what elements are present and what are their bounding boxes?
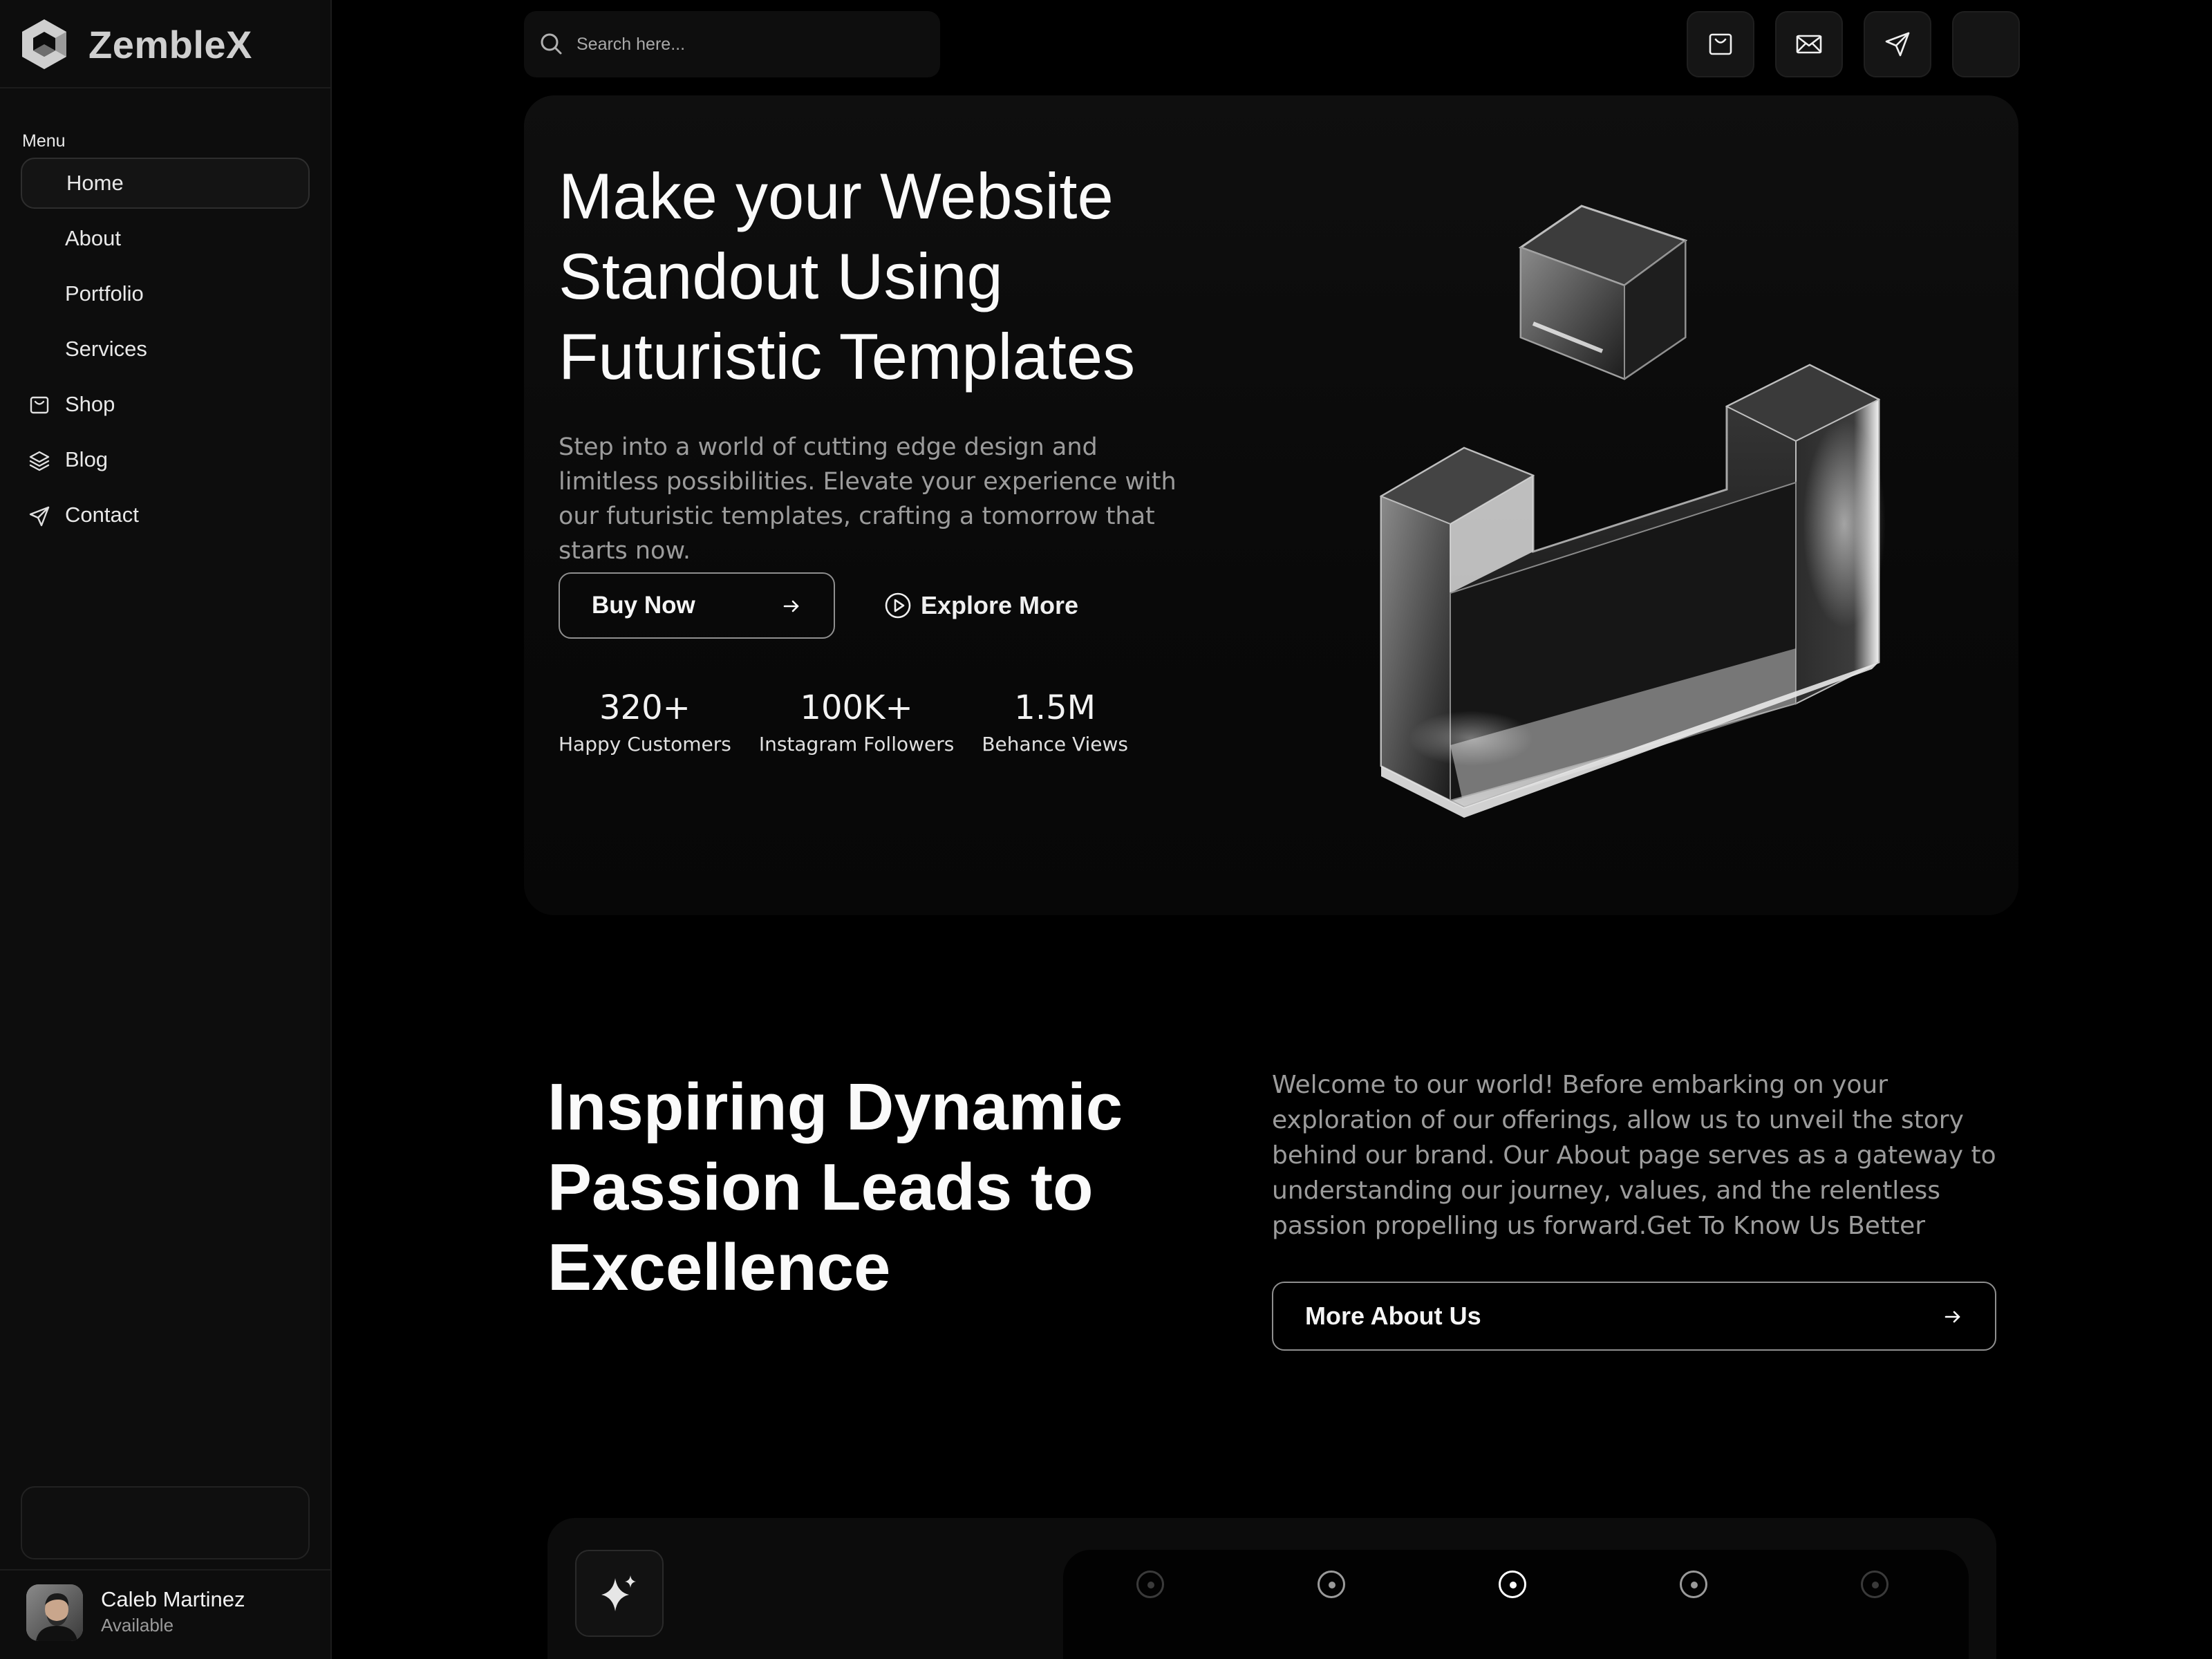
carousel-panel bbox=[1063, 1550, 1969, 1659]
about-title: Inspiring Dynamic Passion Leads to Excel… bbox=[547, 1070, 1123, 1304]
brand-logo-icon bbox=[22, 19, 66, 69]
buy-now-label: Buy Now bbox=[592, 592, 695, 619]
sidebar-item-label: Blog bbox=[65, 447, 109, 471]
explore-more-label: Explore More bbox=[921, 591, 1079, 619]
play-circle-icon bbox=[885, 592, 911, 619]
stat-label: Instagram Followers bbox=[758, 733, 955, 756]
sidebar-item-portfolio[interactable]: Portfolio bbox=[21, 268, 310, 319]
hero-subtitle: Step into a world of cutting edge design… bbox=[559, 433, 1177, 565]
sparkle-icon bbox=[601, 1575, 636, 1611]
sidebar-item-label: Services bbox=[65, 337, 147, 361]
brand-name: ZembleX bbox=[88, 22, 252, 66]
stat-value: 100K+ bbox=[800, 688, 913, 727]
search-icon bbox=[541, 33, 562, 55]
shopping-bag-icon bbox=[1709, 33, 1732, 55]
sidebar-item-label: Portfolio bbox=[65, 281, 144, 306]
menu-label: Menu bbox=[22, 131, 66, 151]
sidebar-card[interactable] bbox=[21, 1486, 310, 1559]
more-about-us-label: More About Us bbox=[1305, 1302, 1481, 1330]
search-input[interactable] bbox=[577, 34, 908, 55]
hero-section: Make your Website Standout Using Futuris… bbox=[524, 95, 2018, 915]
sidebar-nav: Home About Portfolio Services Shop Blog bbox=[21, 158, 310, 545]
arrow-right-icon bbox=[1944, 1311, 1960, 1323]
explore-more-button[interactable]: Explore More bbox=[883, 572, 1078, 639]
shop-button[interactable] bbox=[1687, 11, 1754, 77]
sidebar-item-blog[interactable]: Blog bbox=[21, 434, 310, 485]
sidebar-item-about[interactable]: About bbox=[21, 213, 310, 264]
shopping-bag-icon bbox=[30, 396, 49, 414]
send-icon bbox=[29, 506, 50, 527]
carousel-dot[interactable] bbox=[1136, 1571, 1164, 1598]
sidebar: ZembleX Menu Home About Portfolio Servic… bbox=[0, 0, 332, 1659]
about-text: Welcome to our world! Before embarking o… bbox=[1272, 1071, 1996, 1240]
stat-views: 1.5M Behance Views bbox=[982, 687, 1128, 756]
buy-now-button[interactable]: Buy Now bbox=[559, 572, 835, 639]
stats-row: 320+ Happy Customers 100K+ Instagram Fol… bbox=[559, 687, 1156, 756]
hero-title: Make your Website Standout Using Futuris… bbox=[559, 160, 1136, 393]
stat-customers: 320+ Happy Customers bbox=[559, 687, 731, 756]
sidebar-item-label: Home bbox=[66, 171, 124, 195]
sidebar-item-services[interactable]: Services bbox=[21, 324, 310, 375]
sidebar-item-shop[interactable]: Shop bbox=[21, 379, 310, 430]
sidebar-divider bbox=[0, 1569, 332, 1571]
sidebar-item-label: Shop bbox=[65, 392, 115, 416]
stat-label: Happy Customers bbox=[559, 733, 731, 756]
send-button[interactable] bbox=[1864, 11, 1931, 77]
stat-value: 1.5M bbox=[1014, 688, 1096, 727]
mail-button[interactable] bbox=[1775, 11, 1843, 77]
carousel-dot[interactable] bbox=[1318, 1571, 1345, 1598]
user-name: Caleb Martinez bbox=[101, 1587, 245, 1611]
sidebar-item-contact[interactable]: Contact bbox=[21, 489, 310, 541]
search-bar[interactable] bbox=[524, 11, 940, 77]
sidebar-divider bbox=[0, 87, 332, 88]
carousel-dot[interactable] bbox=[1680, 1571, 1707, 1598]
carousel-dot-active[interactable] bbox=[1499, 1571, 1526, 1598]
stat-followers: 100K+ Instagram Followers bbox=[759, 687, 955, 756]
user-status: Available bbox=[101, 1615, 174, 1635]
send-icon bbox=[1885, 32, 1910, 57]
carousel-dot[interactable] bbox=[1861, 1571, 1888, 1598]
mail-icon bbox=[1796, 35, 1822, 54]
arrow-right-icon bbox=[783, 600, 799, 612]
more-about-us-button[interactable]: More About Us bbox=[1272, 1282, 1996, 1351]
hero-3d-logo-illustration bbox=[1379, 205, 1886, 818]
stat-value: 320+ bbox=[599, 688, 691, 727]
sidebar-item-label: About bbox=[65, 226, 122, 250]
stat-label: Behance Views bbox=[982, 733, 1128, 756]
profile-button[interactable] bbox=[1952, 11, 2020, 77]
sidebar-item-label: Contact bbox=[65, 503, 139, 527]
features-panel bbox=[547, 1518, 1996, 1659]
sparkle-button[interactable] bbox=[575, 1550, 664, 1637]
sidebar-item-home[interactable]: Home bbox=[21, 158, 310, 209]
avatar[interactable] bbox=[26, 1584, 83, 1641]
layers-icon bbox=[29, 451, 50, 471]
brand[interactable]: ZembleX bbox=[21, 17, 252, 72]
